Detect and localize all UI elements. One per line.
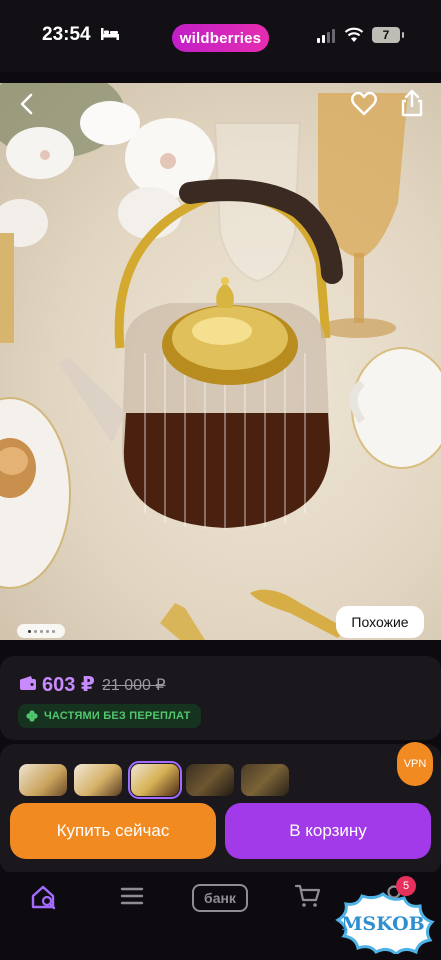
catalog-menu-icon[interactable] [120, 884, 144, 908]
thumbnail-image[interactable] [19, 764, 67, 796]
thumbnail-image[interactable] [74, 764, 122, 796]
product-image[interactable] [0, 83, 441, 640]
status-time: 23:54 [42, 24, 91, 45]
wifi-icon [344, 27, 364, 42]
back-icon[interactable] [14, 90, 42, 118]
battery-indicator: 7 [372, 27, 404, 43]
bank-tab[interactable]: банк [192, 884, 248, 912]
installment-badge[interactable]: ЧАСТЯМИ БЕЗ ПЕРЕПЛАТ [18, 704, 201, 728]
bed-icon [101, 28, 119, 40]
watermark-text: MSKOB [341, 913, 424, 935]
home-search-icon[interactable] [30, 884, 60, 910]
cart-icon[interactable] [295, 884, 321, 908]
cellular-signal-icon [317, 29, 335, 43]
old-price: 21 000 ₽ [102, 677, 166, 694]
clover-icon [26, 710, 38, 722]
vpn-button[interactable]: VPN [397, 742, 433, 786]
thumbnail-image[interactable] [241, 764, 289, 796]
image-pagination-dots [17, 624, 65, 638]
favorite-heart-icon[interactable] [350, 90, 378, 118]
share-icon[interactable] [398, 88, 426, 118]
mskob-watermark-logo: MSKOB [335, 892, 435, 954]
brand-logo[interactable]: wildberries [172, 24, 269, 52]
similar-products-button[interactable]: Похожие [336, 606, 424, 638]
wallet-icon [20, 676, 36, 690]
thumbnail-image-selected[interactable] [128, 761, 182, 799]
installment-label: ЧАСТЯМИ БЕЗ ПЕРЕПЛАТ [44, 710, 191, 722]
add-to-cart-button[interactable]: В корзину [225, 803, 431, 859]
thumbnail-image[interactable] [186, 764, 234, 796]
buy-now-button[interactable]: Купить сейчас [10, 803, 216, 859]
status-bar: 23:54 wildberries 7 [0, 0, 441, 72]
current-price: 603 ₽ [42, 674, 95, 696]
